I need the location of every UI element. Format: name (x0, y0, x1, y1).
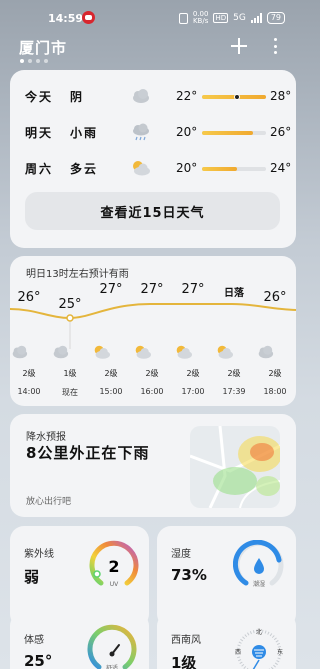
forecast-row[interactable]: 今天 阴 22° 28° (10, 86, 296, 106)
water-drop-icon (254, 558, 264, 574)
signal-icon (250, 13, 262, 23)
compass-west: 西 (235, 649, 241, 656)
cloudy-icon (129, 86, 151, 106)
hourly-wind-level: 1级 (63, 369, 77, 378)
uv-title: 紫外线 (24, 549, 54, 560)
forecast-low: 20° (176, 125, 198, 139)
temperature-range-fill (202, 167, 238, 171)
forecast-low: 20° (176, 161, 198, 175)
precipitation-hint: 放心出行吧 (26, 497, 72, 507)
now-marker-dot (66, 314, 74, 322)
temperature-range-bar (202, 94, 266, 100)
hourly-temp: 27° (99, 282, 123, 297)
forecast-day: 明天 (25, 126, 54, 140)
hourly-time: 16:00 (140, 387, 164, 396)
view-15-day-button[interactable]: 查看近15日天气 (25, 192, 280, 230)
wind-compass: 北 东 南 西 (235, 628, 283, 669)
net-speed-unit: KB/s (192, 17, 209, 25)
net-speed: 0.00 KB/s (193, 11, 209, 25)
hourly-time: 现在 (62, 388, 78, 397)
uv-gauge: 2 UV (89, 540, 139, 588)
humidity-title: 湿度 (171, 549, 191, 560)
status-indicators: 0.00 KB/s HD 5G 79 (178, 11, 285, 25)
hourly-temp: 26° (263, 290, 287, 305)
feels-like-gauge: 舒适 (87, 624, 137, 669)
forecast-high: 24° (270, 161, 292, 175)
feels-like-value: 25° (24, 652, 53, 669)
page-indicator (20, 59, 48, 63)
precipitation-map[interactable] (190, 426, 280, 508)
hourly-curve-layer (10, 303, 296, 349)
uv-index: 2 (108, 557, 119, 576)
compass-north: 北 (256, 628, 262, 636)
status-time: 14:59 (48, 12, 84, 25)
forecast-condition: 阴 (70, 90, 85, 104)
hd-badge: HD (213, 13, 229, 23)
wind-title: 西南风 (171, 635, 201, 646)
wind-card[interactable]: 西南风 1级 北 东 南 西 (157, 612, 296, 669)
uv-value: 弱 (24, 568, 40, 586)
feels-like-title: 体感 (24, 635, 44, 646)
hourly-wind-level: 2级 (227, 369, 241, 378)
hourly-time: 15:00 (99, 387, 123, 396)
hourly-card[interactable]: 明日13时左右预计有雨 26° 2级 14:00 25° 1级 现在 27° 2级 15:00 2… (10, 256, 296, 406)
wind-direction-arrow (252, 659, 260, 669)
more-menu-button[interactable] (272, 38, 278, 54)
forecast-row[interactable]: 周六 多云 20° 24° (10, 158, 296, 178)
forecast-condition: 多云 (70, 162, 99, 176)
status-bar: 14:59 0.00 KB/s HD 5G 79 (0, 0, 307, 34)
hourly-time: 17:39 (222, 387, 246, 396)
forecast-day: 周六 (25, 162, 54, 176)
hourly-time: 14:00 (17, 387, 41, 396)
precipitation-card[interactable]: 降水预报 8公里外正在下雨 放心出行吧 (10, 414, 296, 517)
page-dot (28, 59, 32, 63)
temperature-range-bar (202, 131, 266, 135)
wind-value: 1级 (171, 654, 197, 669)
forecast-day: 今天 (25, 90, 54, 104)
hourly-temp: 27° (140, 282, 164, 297)
light-rain-icon (129, 122, 151, 142)
hourly-time: 18:00 (263, 387, 287, 396)
page-dot (36, 59, 40, 63)
page-dot (20, 59, 24, 63)
hourly-wind-level: 2级 (22, 369, 36, 378)
hourly-wind-level: 2级 (268, 369, 282, 378)
compass-east: 东 (277, 648, 283, 656)
forecast-high: 26° (270, 125, 292, 139)
hourly-time: 17:00 (181, 387, 205, 396)
forecast-low: 22° (176, 89, 198, 103)
forecast-row[interactable]: 明天 小雨 20° 26° (10, 122, 296, 142)
wind-icon (252, 645, 266, 659)
feels-like-label: 舒适 (106, 664, 118, 669)
nfc-icon (178, 12, 188, 24)
forecast-condition: 小雨 (70, 126, 99, 140)
precipitation-title: 降水预报 (26, 432, 66, 443)
hourly-temp: 日落 (224, 288, 244, 299)
page-dot (44, 59, 48, 63)
hourly-temp: 27° (181, 282, 205, 297)
hourly-wind-level: 2级 (186, 369, 200, 378)
network-type: 5G (233, 13, 246, 23)
forecast-card: 今天 阴 22° 28° 明天 小雨 20° 26° 周六 多云 20° 24° 查看近15日天气 (10, 70, 296, 248)
temperature-range-fill (202, 131, 254, 135)
hourly-temp: 26° (17, 290, 41, 305)
humidity-value: 73% (171, 566, 207, 584)
humidity-gauge: 潮湿 (233, 540, 284, 588)
hourly-temp: 25° (58, 297, 82, 312)
city-name[interactable]: 厦门市 (19, 37, 67, 58)
battery-icon: 79 (266, 12, 285, 24)
current-temp-marker (234, 94, 241, 100)
precipitation-headline: 8公里外正在下雨 (26, 444, 150, 462)
partly-cloudy-icon (129, 158, 151, 178)
hourly-wind-level: 2级 (145, 369, 159, 378)
uv-unit: UV (110, 581, 119, 588)
add-city-button[interactable] (229, 36, 249, 56)
forecast-high: 28° (270, 89, 292, 103)
humidity-label: 潮湿 (253, 580, 265, 588)
temperature-range-bar (202, 167, 266, 171)
hourly-wind-level: 2级 (104, 369, 118, 378)
feels-like-card[interactable]: 体感 25° 舒适 (10, 612, 149, 669)
notification-icon (82, 11, 95, 24)
